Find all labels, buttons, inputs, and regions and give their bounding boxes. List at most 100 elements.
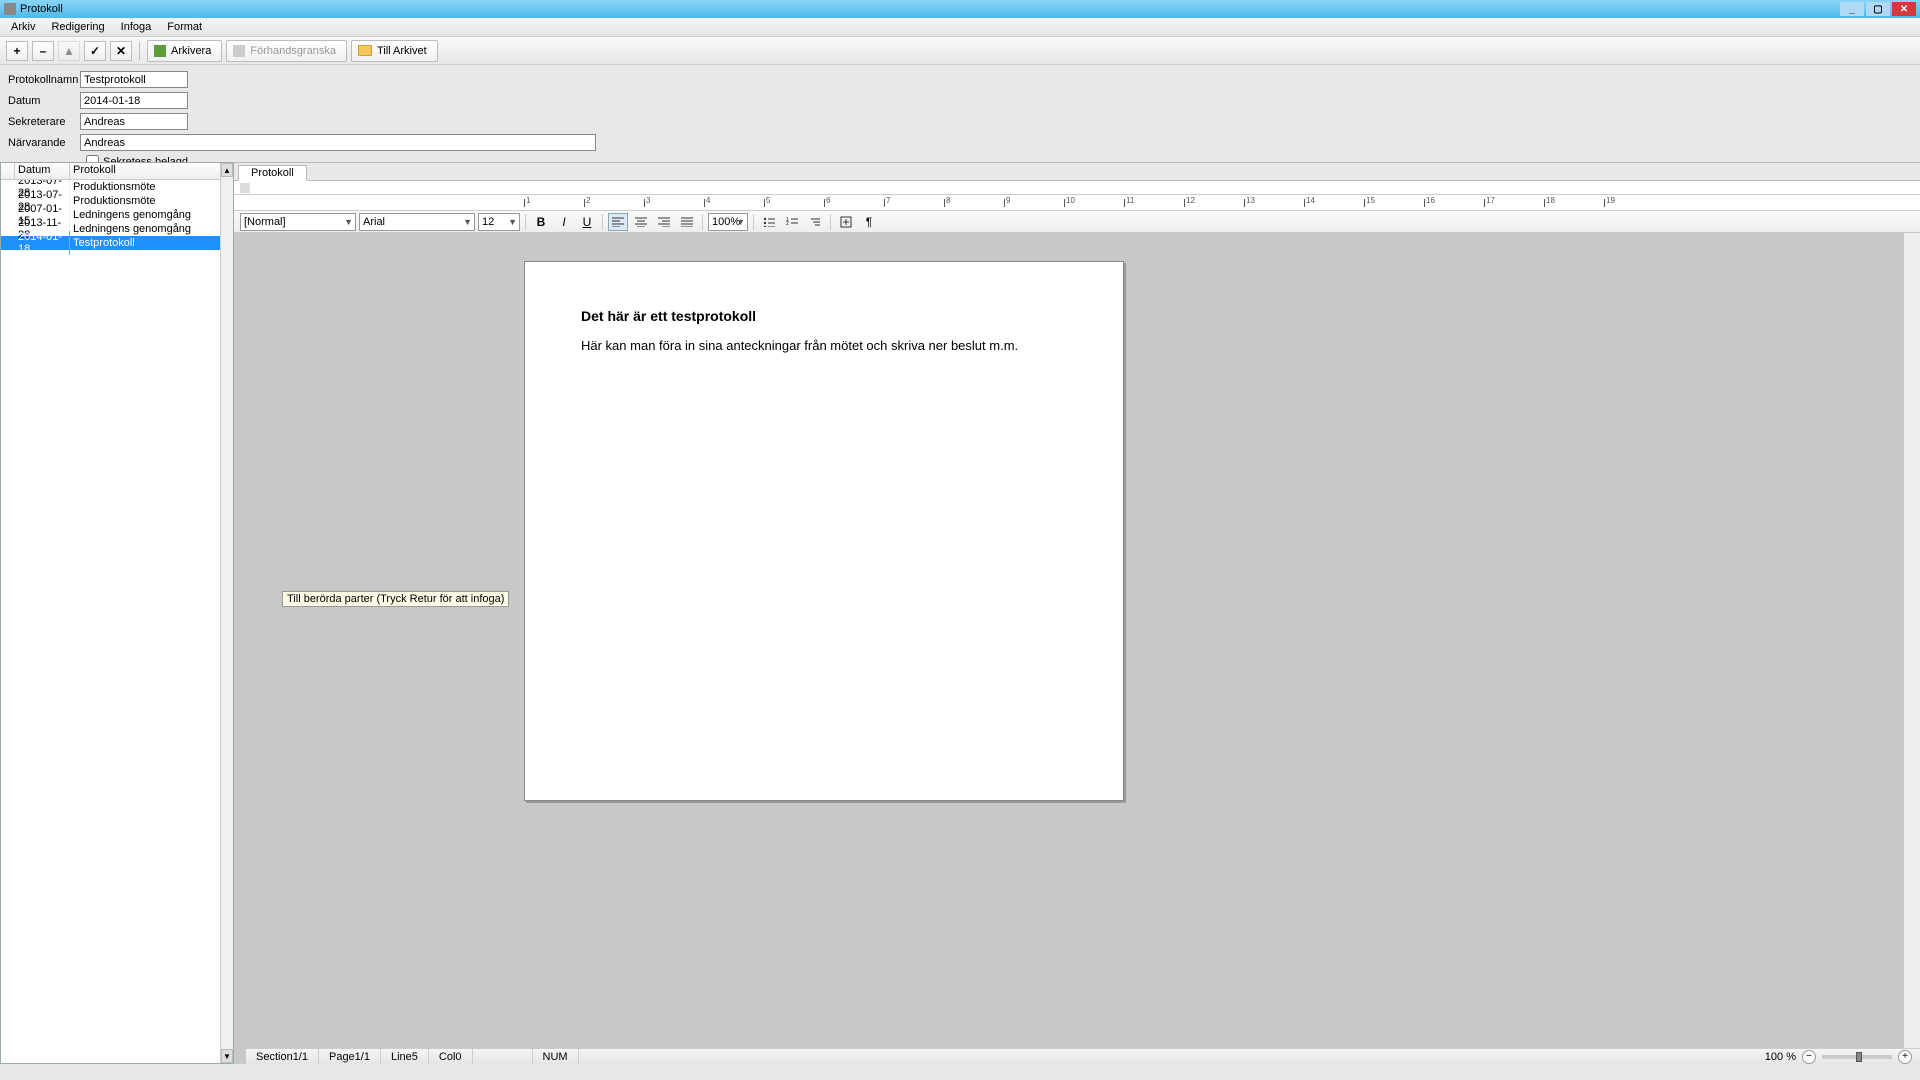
font-value: Arial — [363, 216, 385, 228]
format-toolbar: [Normal] ▼ Arial ▼ 12 ▼ B I U — [234, 211, 1920, 233]
label-protokollnamn: Protokollnamn — [8, 74, 80, 86]
scroll-track[interactable] — [1904, 247, 1920, 1050]
list-header-datum[interactable]: Datum — [15, 163, 70, 179]
tillarkivet-button[interactable]: Till Arkivet — [351, 40, 438, 62]
right-scrollbar[interactable]: ▲ ▼ — [1904, 233, 1920, 1064]
align-center-icon — [635, 217, 647, 227]
menu-infoga[interactable]: Infoga — [113, 19, 160, 35]
input-protokollnamn[interactable] — [80, 71, 188, 88]
size-value: 12 — [482, 216, 494, 228]
add-button[interactable]: + — [6, 41, 28, 61]
multilevel-list-button[interactable] — [805, 213, 825, 231]
bold-button[interactable]: B — [531, 213, 551, 231]
title-bar: Protokoll _ ▢ ✕ — [0, 0, 1920, 18]
input-sekreterare[interactable] — [80, 113, 188, 130]
style-value: [Normal] — [244, 216, 286, 228]
tillarkivet-label: Till Arkivet — [377, 45, 427, 57]
font-select[interactable]: Arial ▼ — [359, 213, 475, 231]
remove-button[interactable]: – — [32, 41, 54, 61]
label-sekreterare: Sekreterare — [8, 116, 80, 128]
scroll-up-icon[interactable]: ▲ — [1904, 233, 1920, 247]
window-title: Protokoll — [20, 3, 1838, 15]
align-center-button[interactable] — [631, 213, 651, 231]
protocol-list-panel: Datum Protokoll 2013-07-28Produktionsmöt… — [0, 162, 234, 1064]
minimize-button[interactable]: _ — [1840, 2, 1864, 16]
folder-icon — [358, 45, 372, 56]
maximize-button[interactable]: ▢ — [1866, 2, 1890, 16]
zoom-slider[interactable] — [1822, 1055, 1892, 1059]
zoom-out-button[interactable]: − — [1802, 1050, 1816, 1064]
input-narvarande[interactable] — [80, 134, 596, 151]
size-select[interactable]: 12 ▼ — [478, 213, 520, 231]
multilevel-list-icon — [809, 217, 821, 227]
paragraph-mark-button[interactable]: ¶ — [859, 213, 879, 231]
insert-hint[interactable]: Till berörda parter (Tryck Retur för att… — [282, 591, 509, 607]
underline-button[interactable]: U — [577, 213, 597, 231]
main-toolbar: + – ▲ ✓ ✕ Arkivera Förhandsgranska Till … — [0, 37, 1920, 65]
list-header: Datum Protokoll — [1, 163, 220, 180]
close-button[interactable]: ✕ — [1892, 2, 1916, 16]
forhandsgranska-button[interactable]: Förhandsgranska — [226, 40, 347, 62]
menu-arkiv[interactable]: Arkiv — [3, 19, 43, 35]
list-cell-protokoll: Ledningens genomgång — [70, 223, 220, 235]
page[interactable]: Det här är ett testprotokoll Här kan man… — [524, 261, 1124, 801]
align-right-button[interactable] — [654, 213, 674, 231]
chevron-down-icon: ▼ — [344, 217, 353, 227]
scroll-down-icon[interactable]: ▼ — [221, 1049, 233, 1063]
align-right-icon — [658, 217, 670, 227]
status-section: Section1/1 — [246, 1049, 319, 1064]
input-datum[interactable] — [80, 92, 188, 109]
list-row[interactable]: 2014-01-18Testprotokoll — [1, 236, 220, 250]
separator — [525, 214, 526, 230]
workspace: Datum Protokoll 2013-07-28Produktionsmöt… — [0, 162, 1920, 1064]
forhandsgranska-label: Förhandsgranska — [250, 45, 336, 57]
document-canvas[interactable]: Det här är ett testprotokoll Här kan man… — [234, 233, 1920, 1064]
style-select[interactable]: [Normal] ▼ — [240, 213, 356, 231]
align-justify-button[interactable] — [677, 213, 697, 231]
list-body: 2013-07-28Produktionsmöte2013-07-28Produ… — [1, 180, 220, 1063]
form-area: Protokollnamn Datum Sekreterare Närvaran… — [0, 65, 1920, 172]
list-header-protokoll[interactable]: Protokoll — [70, 163, 220, 179]
chevron-down-icon: ▼ — [736, 217, 745, 227]
menu-redigering[interactable]: Redigering — [43, 19, 112, 35]
separator — [602, 214, 603, 230]
list-cell-datum: 2014-01-18 — [15, 231, 70, 255]
cancel-button[interactable]: ✕ — [110, 41, 132, 61]
italic-button[interactable]: I — [554, 213, 574, 231]
document-body: Här kan man föra in sina anteckningar fr… — [581, 338, 1067, 353]
document-heading: Det här är ett testprotokoll — [581, 308, 1067, 324]
preview-icon — [233, 45, 245, 57]
arkivera-button[interactable]: Arkivera — [147, 40, 222, 62]
ruler[interactable]: 12345678910111213141516171819 — [234, 195, 1920, 211]
align-left-button[interactable] — [608, 213, 628, 231]
zoom-thumb[interactable] — [1856, 1052, 1862, 1062]
chevron-down-icon: ▼ — [508, 217, 517, 227]
align-justify-icon — [681, 217, 693, 227]
status-page: Page1/1 — [319, 1049, 381, 1064]
insert-icon — [840, 216, 852, 228]
list-cell-protokoll: Ledningens genomgång — [70, 209, 220, 221]
insert-button[interactable] — [836, 213, 856, 231]
document-tabs: Protokoll — [234, 163, 1920, 181]
zoom-in-button[interactable]: + — [1898, 1050, 1912, 1064]
confirm-button[interactable]: ✓ — [84, 41, 106, 61]
label-narvarande: Närvarande — [8, 137, 80, 149]
tab-protokoll[interactable]: Protokoll — [238, 165, 307, 181]
separator — [753, 214, 754, 230]
numbered-list-button[interactable]: 12 — [782, 213, 802, 231]
left-scrollbar[interactable]: ▲ ▼ — [220, 163, 233, 1063]
scroll-up-icon[interactable]: ▲ — [221, 163, 233, 177]
subbar-icon[interactable] — [240, 183, 250, 193]
menu-format[interactable]: Format — [159, 19, 210, 35]
up-button[interactable]: ▲ — [58, 41, 80, 61]
list-cell-protokoll: Produktionsmöte — [70, 181, 220, 193]
scroll-track[interactable] — [221, 177, 233, 1049]
app-icon — [4, 3, 16, 15]
zoom-select[interactable]: 100% ▼ — [708, 213, 748, 231]
editor-panel: Protokoll 12345678910111213141516171819 … — [234, 162, 1920, 1064]
menu-bar: Arkiv Redigering Infoga Format — [0, 18, 1920, 37]
align-left-icon — [612, 217, 624, 227]
bullet-list-button[interactable] — [759, 213, 779, 231]
arkivera-label: Arkivera — [171, 45, 211, 57]
bullet-list-icon — [763, 217, 775, 227]
